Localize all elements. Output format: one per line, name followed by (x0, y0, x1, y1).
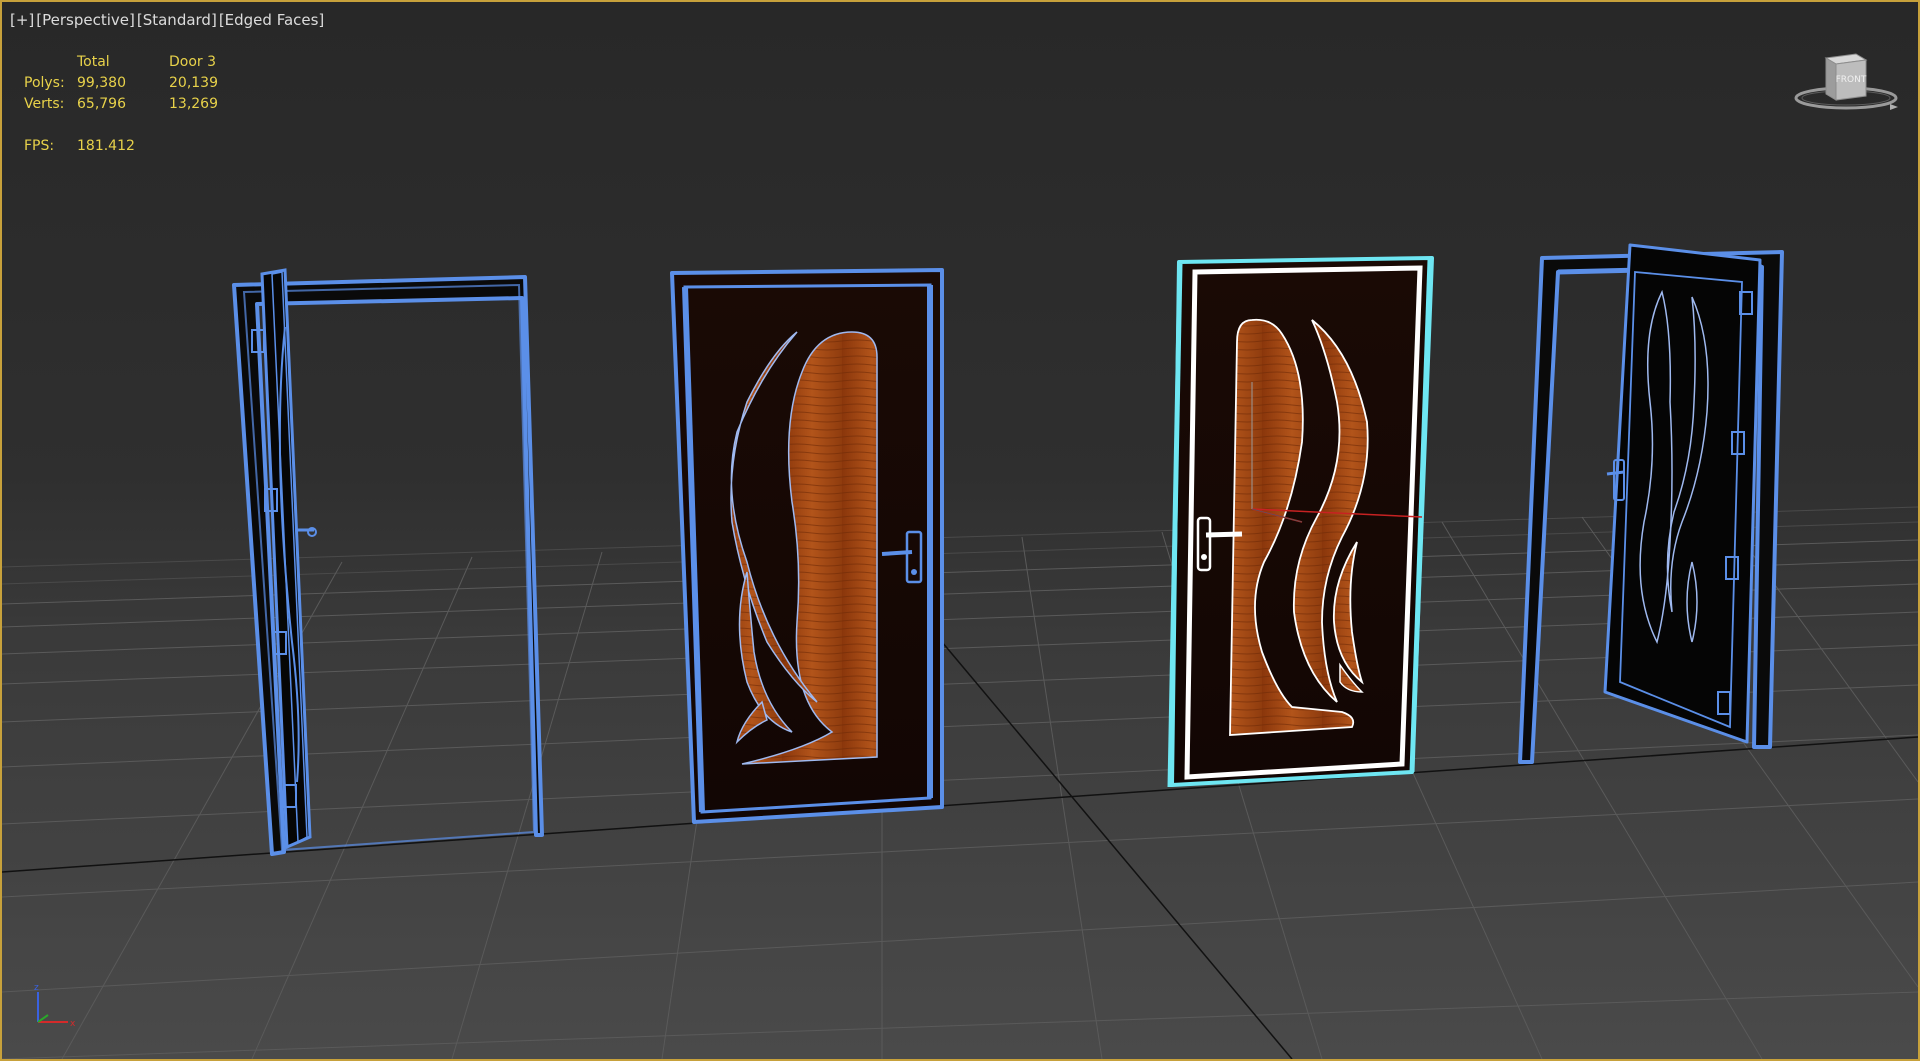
viewcube-icon[interactable]: FRONT (1794, 48, 1904, 120)
stats-polys-label: Polys: (24, 75, 65, 91)
stats-fps-value: 181.412 (77, 138, 135, 154)
stats-verts-object: 13,269 (169, 96, 218, 112)
perspective-viewport[interactable]: [+] [Perspective] [Standard] [Edged Face… (0, 0, 1920, 1061)
stats-fps-label: FPS: (24, 138, 55, 154)
viewport-view-button[interactable]: [Perspective] (36, 11, 135, 29)
door-4-open-right[interactable] (1518, 243, 1784, 764)
stats-verts-total: 65,796 (77, 96, 126, 112)
statistics-overlay: Total Door 3 Polys: 99,380 20,139 Verts:… (24, 52, 269, 157)
stats-polys-object: 20,139 (169, 75, 218, 91)
viewport-display-mode-button[interactable]: [Edged Faces] (219, 11, 324, 29)
stats-object-header: Door 3 (169, 54, 217, 70)
scene-canvas[interactable] (2, 2, 1918, 1059)
axis-z-label: z (34, 983, 39, 993)
axis-x-label: x (70, 1019, 76, 1029)
stats-verts-label: Verts: (24, 96, 65, 112)
viewcube-face-label: FRONT (1836, 75, 1867, 85)
stats-total-header: Total (77, 54, 110, 70)
door-3-closed-selected[interactable] (1167, 256, 1434, 788)
stats-polys-total: 99,380 (77, 75, 126, 91)
door-1-open-left[interactable] (232, 268, 544, 856)
axis-tripod-icon: z x (34, 983, 76, 1029)
door-2-closed[interactable] (670, 268, 944, 824)
viewport-menu-button[interactable]: [+] (10, 11, 34, 29)
viewport-shading-style-button[interactable]: [Standard] (137, 11, 217, 29)
viewport-label-menu[interactable]: [+] [Perspective] [Standard] [Edged Face… (10, 11, 324, 29)
